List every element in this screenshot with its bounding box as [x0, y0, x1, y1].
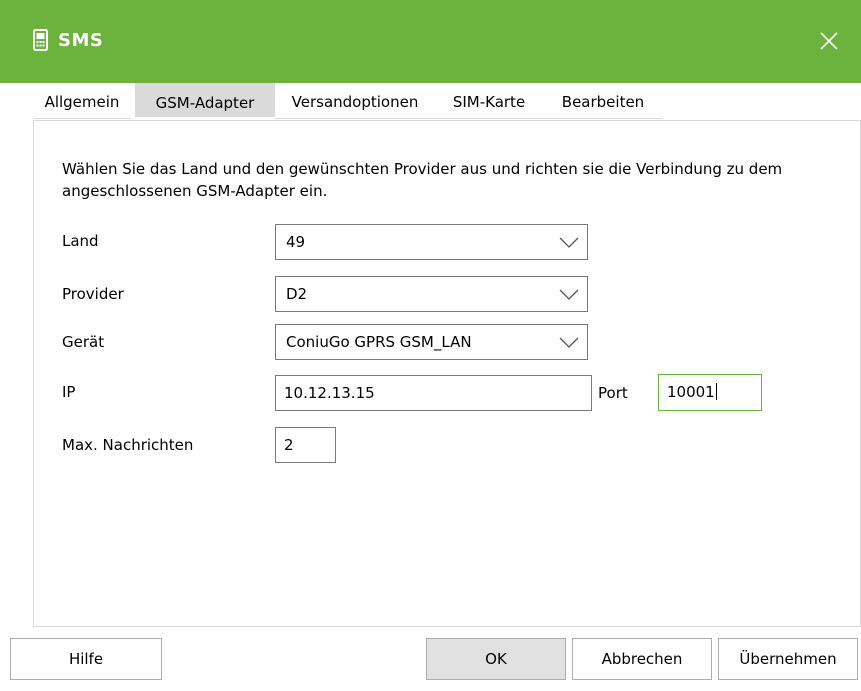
max-nachrichten-label: Max. Nachrichten [62, 436, 194, 454]
tab-allgemein[interactable]: Allgemein [33, 86, 131, 119]
tab-versandoptionen[interactable]: Versandoptionen [275, 86, 435, 119]
chevron-down-icon [559, 237, 579, 248]
cancel-button[interactable]: Abbrechen [572, 638, 712, 680]
port-label: Port [598, 384, 628, 402]
provider-select[interactable]: D2 [275, 276, 588, 312]
ip-label: IP [62, 383, 76, 401]
chevron-down-icon [559, 289, 579, 300]
title-bar: SMS [0, 0, 861, 83]
provider-value: D2 [286, 285, 308, 303]
mobile-phone-icon [33, 29, 48, 51]
geraet-label: Gerät [62, 333, 105, 351]
tab-strip: Allgemein GSM-Adapter Versandoptionen SI… [33, 83, 861, 122]
provider-label: Provider [62, 285, 124, 303]
chevron-down-icon [559, 337, 579, 348]
geraet-value: ConiuGo GPRS GSM_LAN [286, 333, 472, 351]
text-caret [715, 383, 717, 400]
tab-bearbeiten[interactable]: Bearbeiten [543, 86, 663, 119]
help-button[interactable]: Hilfe [10, 638, 162, 680]
port-value-wrap: 10001 [667, 383, 717, 401]
tab-sim-karte[interactable]: SIM-Karte [435, 86, 543, 119]
land-value: 49 [286, 233, 306, 251]
description-text: Wählen Sie das Land und den gewünschten … [62, 160, 783, 200]
close-icon[interactable] [812, 24, 846, 58]
apply-button[interactable]: Übernehmen [718, 638, 858, 680]
geraet-select[interactable]: ConiuGo GPRS GSM_LAN [275, 324, 588, 360]
ok-button[interactable]: OK [426, 638, 566, 680]
ip-input[interactable]: 10.12.13.15 [275, 375, 592, 411]
max-nachrichten-value: 2 [284, 436, 294, 454]
max-nachrichten-input[interactable]: 2 [275, 427, 336, 463]
land-select[interactable]: 49 [275, 224, 588, 260]
ip-value: 10.12.13.15 [284, 384, 375, 402]
tab-gsm-adapter[interactable]: GSM-Adapter [135, 83, 275, 117]
port-input[interactable]: 10001 [658, 374, 762, 411]
window-title: SMS [58, 30, 104, 51]
land-label: Land [62, 232, 99, 250]
port-value: 10001 [667, 383, 715, 401]
